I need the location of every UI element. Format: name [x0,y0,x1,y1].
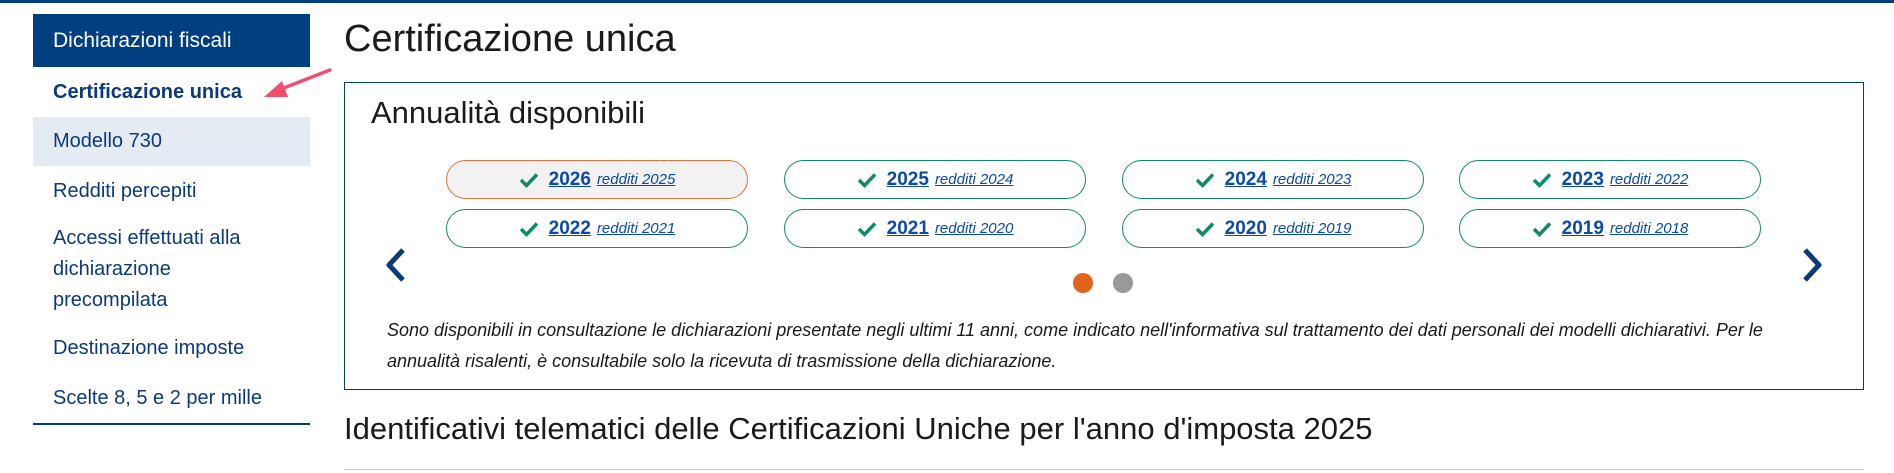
chevron-right-icon[interactable] [1801,247,1823,283]
check-icon [519,221,539,237]
check-icon [857,172,877,188]
chip-year: 2022 [548,217,591,239]
year-chip-2022[interactable]: 2022 redditi 2021 [446,209,748,248]
chip-year: 2021 [886,217,929,239]
carousel-dot-1[interactable] [1073,273,1093,293]
check-icon [857,221,877,237]
top-bar [0,0,1894,3]
page-title: Certificazione unica [344,18,676,60]
year-chip-2023[interactable]: 2023 redditi 2022 [1459,160,1761,199]
sidebar-item-modello-730[interactable]: Modello 730 [33,117,310,166]
chip-year: 2025 [886,168,929,190]
sidebar-item-scelte-per-mille[interactable]: Scelte 8, 5 e 2 per mille [33,373,310,423]
chip-year: 2019 [1561,217,1604,239]
check-icon [1532,172,1552,188]
info-note: Sono disponibili in consultazione le dic… [387,320,1763,371]
chevron-left-icon[interactable] [385,247,407,283]
chip-sub: redditi 2020 [934,220,1014,237]
section-title: Identificativi telematici delle Certific… [344,411,1373,446]
sidebar-bottom-divider [33,423,310,425]
chip-sub: redditi 2022 [1609,171,1689,188]
arrow-annotation-icon [264,68,332,97]
chip-year: 2023 [1561,168,1604,190]
check-icon [1195,172,1215,188]
chip-year: 2026 [548,168,591,190]
check-icon [519,172,539,188]
sidebar-item-destinazione-imposte[interactable]: Destinazione imposte [33,323,310,373]
year-chip-2026[interactable]: 2026 redditi 2025 [446,160,748,199]
chip-sub: redditi 2018 [1609,220,1689,237]
year-chip-2019[interactable]: 2019 redditi 2018 [1459,209,1761,248]
chip-sub: redditi 2023 [1272,171,1352,188]
chip-sub: redditi 2019 [1272,220,1352,237]
sidebar-header: Dichiarazioni fiscali [33,14,310,67]
carousel-dot-2[interactable] [1113,273,1133,293]
annualita-panel: Annualità disponibili 2026 redditi 2025 … [344,82,1864,390]
chip-sub: redditi 2021 [596,220,676,237]
sidebar-item-redditi-percepiti[interactable]: Redditi percepiti [33,166,310,216]
panel-title: Annualità disponibili [371,95,646,130]
chip-year: 2020 [1224,217,1267,239]
chip-sub: redditi 2025 [596,171,676,188]
year-chip-2020[interactable]: 2020 redditi 2019 [1122,209,1424,248]
chip-sub: redditi 2024 [934,171,1014,188]
sidebar-item-accessi-effettuati[interactable]: Accessi effettuati alla dichiarazione pr… [33,216,310,323]
year-chip-2024[interactable]: 2024 redditi 2023 [1122,160,1424,199]
year-chip-2021[interactable]: 2021 redditi 2020 [784,209,1086,248]
section-divider [344,469,1864,470]
check-icon [1195,221,1215,237]
year-chip-2025[interactable]: 2025 redditi 2024 [784,160,1086,199]
chip-year: 2024 [1224,168,1267,190]
check-icon [1532,221,1552,237]
